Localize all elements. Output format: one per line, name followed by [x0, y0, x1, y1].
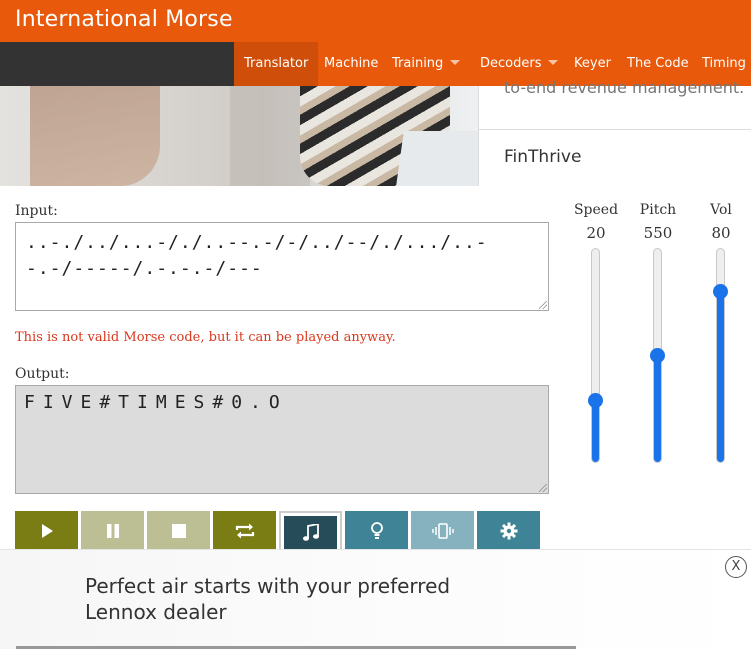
- pause-button[interactable]: [81, 511, 144, 551]
- vibrate-toggle-button[interactable]: [411, 511, 474, 551]
- repeat-icon: [235, 523, 254, 539]
- text-output-field[interactable]: FIVE#TIMES#0.O: [15, 385, 549, 494]
- volume-slider-group: Vol 80: [696, 202, 746, 467]
- sound-toggle-inner: [284, 516, 337, 549]
- nav-item-label: Keyer: [574, 56, 611, 71]
- light-toggle-button[interactable]: [345, 511, 408, 551]
- morse-input-field[interactable]: ..-./../...-/./..--.-/-/../--/./.../..- …: [15, 222, 549, 311]
- pitch-label: Pitch: [639, 202, 677, 218]
- validation-error-message: This is not valid Morse code, but it can…: [15, 330, 396, 345]
- speed-slider[interactable]: [591, 248, 600, 463]
- chevron-down-icon: [450, 60, 461, 65]
- nav-item-translator[interactable]: Translator: [234, 42, 319, 86]
- settings-button[interactable]: [477, 511, 540, 551]
- banner-ad-company[interactable]: FinThrive: [504, 147, 581, 167]
- volume-slider-fill: [717, 291, 724, 462]
- stop-icon: [171, 524, 186, 538]
- app-title[interactable]: International Morse: [15, 7, 233, 32]
- speed-label: Speed: [573, 202, 619, 218]
- banner-divider-horizontal: [479, 129, 751, 130]
- output-resize-handle[interactable]: [539, 484, 547, 492]
- play-icon: [41, 524, 53, 538]
- nav-item-label: The Code: [627, 56, 689, 71]
- ad-close-button[interactable]: X: [725, 556, 747, 578]
- nav-item-label: Training: [392, 56, 444, 71]
- nav-item-machine[interactable]: Machine: [324, 42, 378, 86]
- pause-icon: [106, 524, 119, 538]
- nav-bar-left-panel: [0, 42, 234, 86]
- speed-value: 20: [586, 224, 606, 242]
- gear-icon: [500, 522, 517, 540]
- volume-value: 80: [711, 224, 731, 242]
- nav-item-label: Translator: [244, 56, 309, 71]
- chevron-down-icon: [548, 60, 559, 65]
- music-note-icon: [302, 523, 319, 541]
- speed-slider-group: Speed 20: [571, 202, 621, 467]
- pitch-slider-fill: [654, 355, 661, 462]
- sound-toggle-button[interactable]: [279, 511, 342, 551]
- speed-slider-fill: [592, 400, 599, 462]
- pitch-slider-thumb[interactable]: [650, 348, 665, 363]
- nav-item-label: Machine: [324, 56, 379, 71]
- repeat-button[interactable]: [213, 511, 276, 551]
- bottom-ad-banner[interactable]: Perfect air starts with your preferred L…: [0, 549, 751, 649]
- lightbulb-icon: [370, 522, 383, 539]
- nav-item-training[interactable]: Training: [392, 42, 461, 86]
- output-label: Output:: [15, 366, 70, 382]
- stop-button[interactable]: [147, 511, 210, 551]
- pitch-slider-group: Pitch 550: [633, 202, 683, 467]
- speed-slider-thumb[interactable]: [588, 393, 603, 409]
- input-label: Input:: [15, 203, 58, 219]
- bottom-ad-text[interactable]: Perfect air starts with your preferred L…: [85, 573, 505, 625]
- volume-slider-thumb[interactable]: [713, 283, 728, 299]
- banner-divider: [478, 86, 479, 186]
- banner-ad-tagline[interactable]: to-end revenue management.: [504, 78, 744, 97]
- input-resize-handle[interactable]: [539, 301, 547, 309]
- nav-item-label: Decoders: [480, 56, 542, 71]
- vibrate-icon: [431, 523, 454, 539]
- volume-label: Vol: [710, 202, 732, 218]
- pitch-value: 550: [643, 224, 673, 242]
- play-button[interactable]: [15, 511, 78, 551]
- banner-ad-image[interactable]: [0, 86, 478, 186]
- volume-slider[interactable]: [716, 248, 725, 463]
- nav-item-label: Timing: [702, 56, 746, 71]
- top-bar: International Morse: [0, 0, 751, 42]
- banner-ad[interactable]: to-end revenue management. FinThrive: [0, 78, 751, 186]
